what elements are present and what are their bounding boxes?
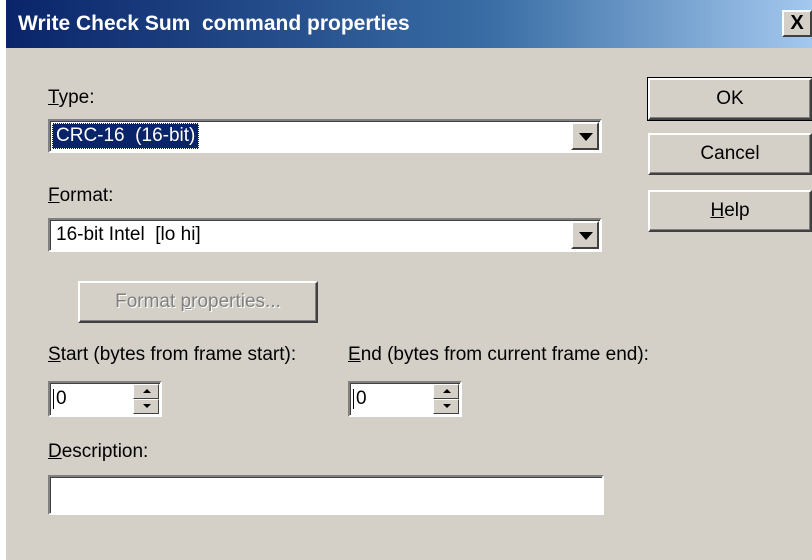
chevron-down-icon — [579, 232, 593, 240]
command-properties-dialog: Write Check Sum command properties X Typ… — [0, 0, 812, 560]
format-label-text: ormat: — [59, 185, 114, 206]
format-properties-text-b: roperties... — [191, 291, 281, 312]
end-label-hotkey: E — [348, 344, 361, 365]
start-spin-field[interactable]: 0 — [48, 381, 162, 417]
ok-button[interactable]: OK — [647, 77, 812, 121]
description-label-hotkey: D — [48, 441, 62, 462]
close-button[interactable]: X — [782, 10, 812, 37]
end-spin-field[interactable]: 0 — [348, 381, 462, 417]
format-label-hotkey: F — [48, 185, 60, 206]
start-label-hotkey: S — [48, 344, 61, 365]
help-button[interactable]: Help — [648, 190, 812, 232]
help-hotkey: H — [710, 200, 725, 221]
description-label-text: escription: — [61, 441, 149, 462]
type-label-text: ype: — [58, 87, 95, 108]
chevron-down-icon — [579, 133, 593, 141]
format-dropdown-button[interactable] — [571, 221, 599, 249]
type-combobox-value: CRC-16 (16-bit) — [52, 123, 200, 149]
format-properties-text-a: Format — [115, 291, 181, 312]
start-spin-down-button[interactable] — [133, 399, 159, 414]
type-dropdown-button[interactable] — [571, 122, 599, 150]
end-spin-down-button[interactable] — [433, 399, 459, 414]
arrow-down-icon — [143, 404, 151, 408]
close-icon: X — [790, 12, 804, 34]
format-properties-button[interactable]: Format properties... — [78, 281, 318, 323]
title-bar[interactable]: Write Check Sum command properties X — [6, 0, 812, 48]
format-label: Format: — [48, 185, 113, 207]
end-label: End (bytes from current frame end): — [348, 344, 649, 366]
arrow-down-icon — [443, 404, 451, 408]
type-label: Type: — [48, 87, 94, 109]
format-combobox[interactable]: 16-bit Intel [lo hi] — [48, 218, 602, 252]
description-field[interactable] — [48, 475, 604, 515]
description-label: Description: — [48, 441, 148, 463]
arrow-up-icon — [443, 389, 451, 393]
start-label: Start (bytes from frame start): — [48, 344, 296, 366]
help-text: elp — [724, 200, 750, 221]
arrow-up-icon — [143, 389, 151, 393]
start-label-text: tart (bytes from frame start): — [60, 344, 297, 365]
start-spin-up-button[interactable] — [133, 384, 159, 399]
format-properties-hotkey: p — [180, 291, 192, 312]
end-label-text: nd (bytes from current frame end): — [360, 344, 649, 365]
type-combobox[interactable]: CRC-16 (16-bit) — [48, 119, 602, 153]
end-value[interactable]: 0 — [353, 386, 367, 412]
end-spin-up-button[interactable] — [433, 384, 459, 399]
dialog-title: Write Check Sum command properties — [18, 12, 410, 35]
cancel-button[interactable]: Cancel — [648, 133, 812, 175]
type-label-hotkey: T — [48, 87, 59, 108]
start-value[interactable]: 0 — [53, 386, 67, 412]
format-combobox-value: 16-bit Intel [lo hi] — [56, 224, 201, 245]
